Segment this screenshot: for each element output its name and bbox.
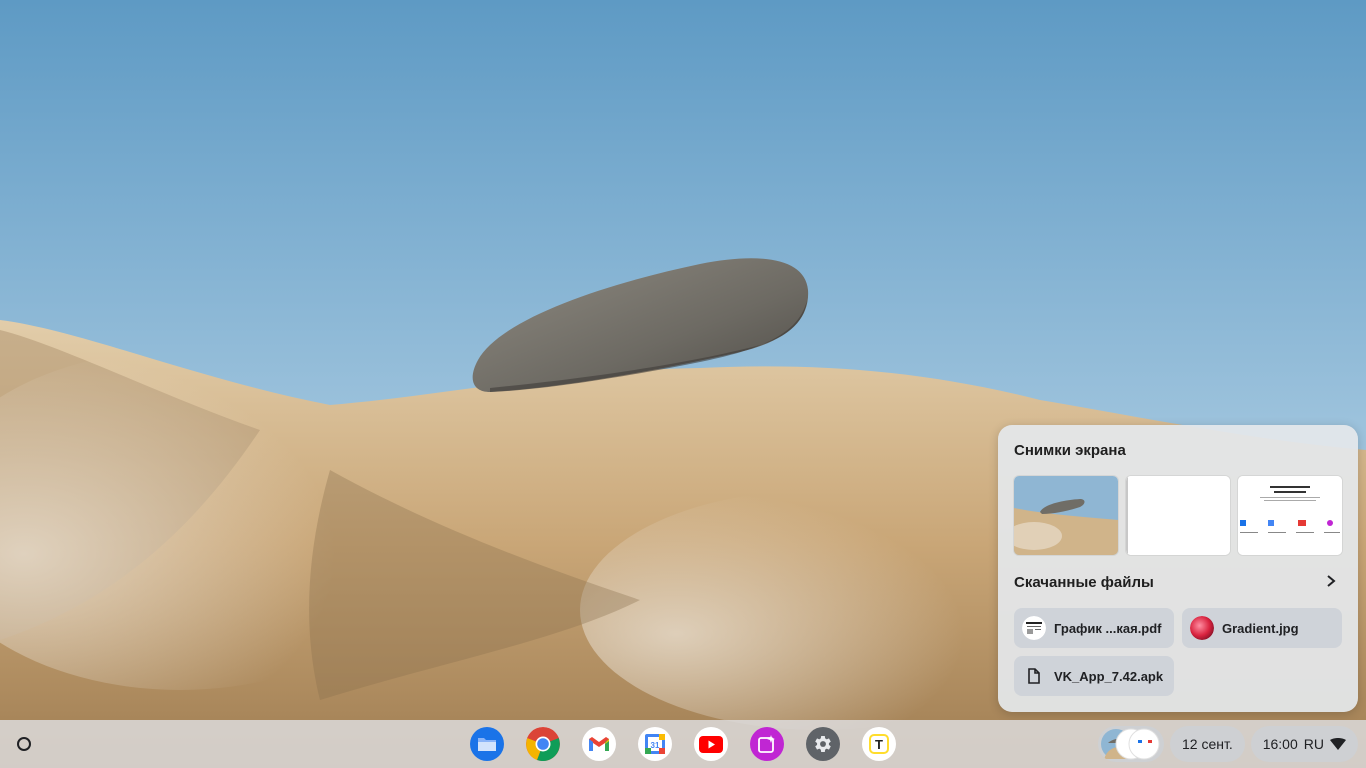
screenshot-thumbnail-1[interactable] <box>1014 476 1118 555</box>
time-label: 16:00 <box>1262 736 1298 752</box>
date-tray-button[interactable]: 12 сент. <box>1169 726 1245 762</box>
download-item-jpg[interactable]: Gradient.jpg <box>1182 608 1342 648</box>
app-gallery[interactable] <box>750 727 784 761</box>
app-calendar[interactable]: 31 <box>638 727 672 761</box>
launcher-icon <box>17 737 31 751</box>
chevron-right-icon[interactable] <box>1324 573 1338 589</box>
t-app-icon-label: T <box>875 737 883 752</box>
app-chrome[interactable] <box>526 727 560 761</box>
app-tinkoff[interactable]: T <box>862 727 896 761</box>
launcher-button[interactable] <box>8 728 40 760</box>
calendar-icon-label: 31 <box>651 741 660 750</box>
gradient-thumbnail-icon <box>1190 616 1214 640</box>
pdf-thumbnail-icon <box>1022 616 1046 640</box>
pinned-apps: 31 T <box>470 727 896 761</box>
youtube-icon <box>699 735 723 753</box>
downloads-section-title: Скачанные файлы <box>1014 574 1154 591</box>
status-area: 12 сент. 16:00 RU <box>1097 726 1366 762</box>
system-tray-button[interactable]: 16:00 RU <box>1250 726 1358 762</box>
app-settings[interactable] <box>806 727 840 761</box>
screenshot-thumbnail-2[interactable] <box>1126 476 1230 555</box>
date-label: 12 сент. <box>1181 736 1233 752</box>
gear-icon <box>815 736 831 752</box>
app-files[interactable] <box>470 727 504 761</box>
calendar-icon: 31 <box>645 734 665 754</box>
app-youtube[interactable] <box>694 727 728 761</box>
gmail-icon <box>589 737 609 751</box>
app-gmail[interactable] <box>582 727 616 761</box>
wifi-icon <box>1330 738 1346 750</box>
download-item-label: VK_App_7.42.apk <box>1054 668 1164 684</box>
gallery-icon <box>758 735 775 753</box>
download-item-apk[interactable]: VK_App_7.42.apk <box>1014 656 1174 696</box>
folder-icon <box>478 738 496 751</box>
screenshot-thumbnail-3[interactable] <box>1238 476 1342 555</box>
download-item-pdf[interactable]: График ...кая.pdf <box>1014 608 1174 648</box>
shelf: 31 T 12 сент. 16:00 RU <box>0 720 1366 768</box>
download-item-label: Gradient.jpg <box>1222 620 1299 636</box>
screenshots-list <box>1014 476 1342 555</box>
chrome-icon <box>526 727 560 761</box>
t-app-icon: T <box>869 734 889 754</box>
holding-space-tray-button[interactable] <box>1097 726 1164 762</box>
screenshots-section-title: Снимки экрана <box>1014 442 1126 459</box>
download-item-label: График ...кая.pdf <box>1054 620 1162 636</box>
input-language-label: RU <box>1303 736 1324 752</box>
holding-space-panel: Снимки экрана Скачанные файлы График ...… <box>998 425 1358 712</box>
file-icon <box>1022 664 1046 688</box>
